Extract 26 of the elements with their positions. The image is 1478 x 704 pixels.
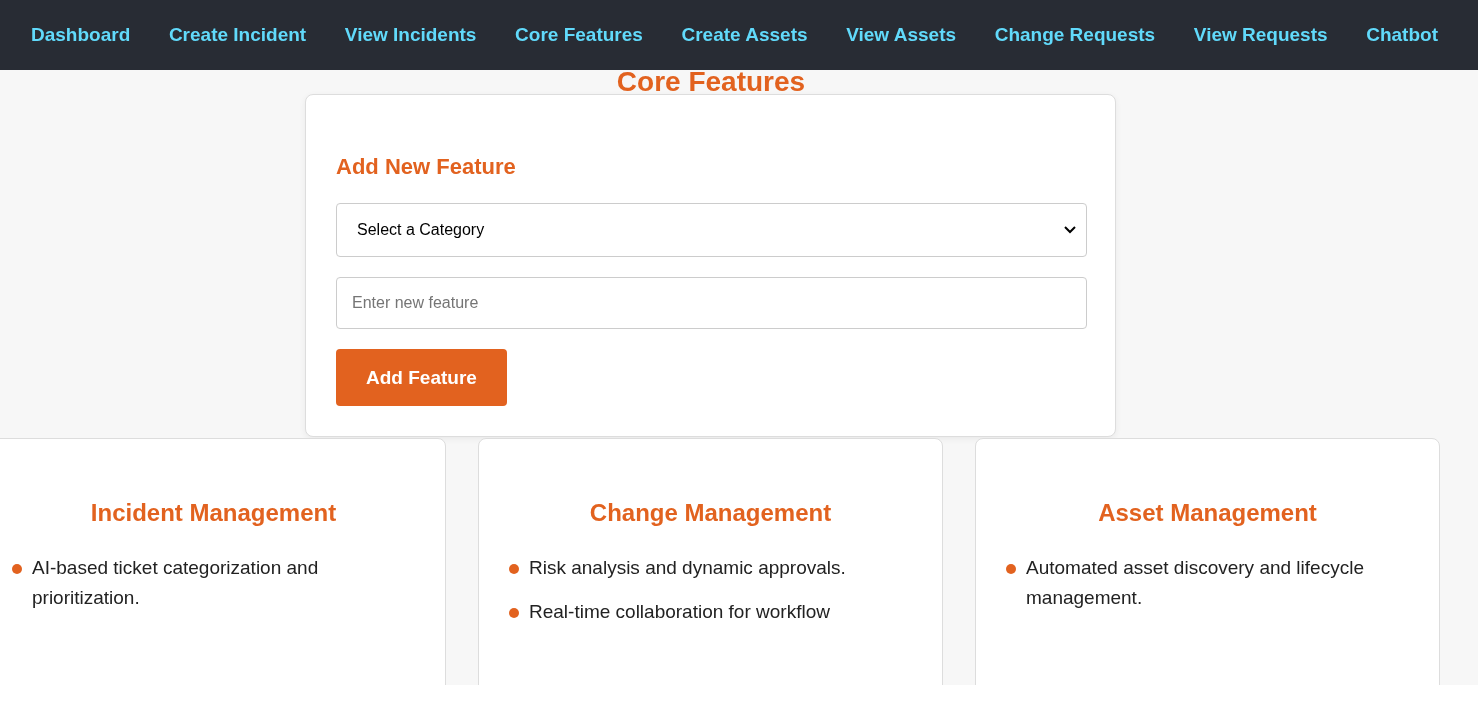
card-title: Incident Management: [89, 499, 338, 527]
bullet-icon: [1006, 564, 1016, 574]
feature-item: AI-based ticket categorization and prioritization.: [32, 556, 320, 610]
nav-link[interactable]: Chatbot: [1366, 24, 1438, 46]
form-title: Add New Feature: [336, 153, 517, 181]
feature-item: Risk analysis and dynamic approvals.: [529, 556, 846, 580]
nav-link[interactable]: Change Requests: [994, 24, 1156, 46]
nav-link[interactable]: Create Assets: [681, 24, 808, 46]
feature-item: Real-time collaboration for workflow: [529, 600, 830, 624]
nav-link[interactable]: View Assets: [846, 24, 957, 46]
nav-link[interactable]: Core Features: [515, 24, 643, 46]
nav-link[interactable]: View Requests: [1193, 24, 1328, 46]
card-title: Change Management: [588, 499, 833, 527]
nav-link[interactable]: Create Incident: [168, 24, 307, 46]
chevron-down-icon: [1064, 226, 1076, 234]
category-select[interactable]: Select a Category: [336, 203, 1087, 257]
card-title: Asset Management: [1097, 499, 1318, 527]
nav-link[interactable]: View Incidents: [344, 24, 477, 46]
bullet-icon: [509, 608, 519, 618]
bullet-icon: [509, 564, 519, 574]
feature-item: Automated asset discovery and lifecycle management.: [1026, 556, 1365, 610]
feature-input[interactable]: Enter new feature: [336, 277, 1087, 329]
page-title: Core Features: [615, 70, 807, 94]
add-feature-button[interactable]: Add Feature: [336, 349, 507, 406]
nav-link[interactable]: Dashboard: [31, 24, 131, 46]
bullet-icon: [12, 564, 22, 574]
